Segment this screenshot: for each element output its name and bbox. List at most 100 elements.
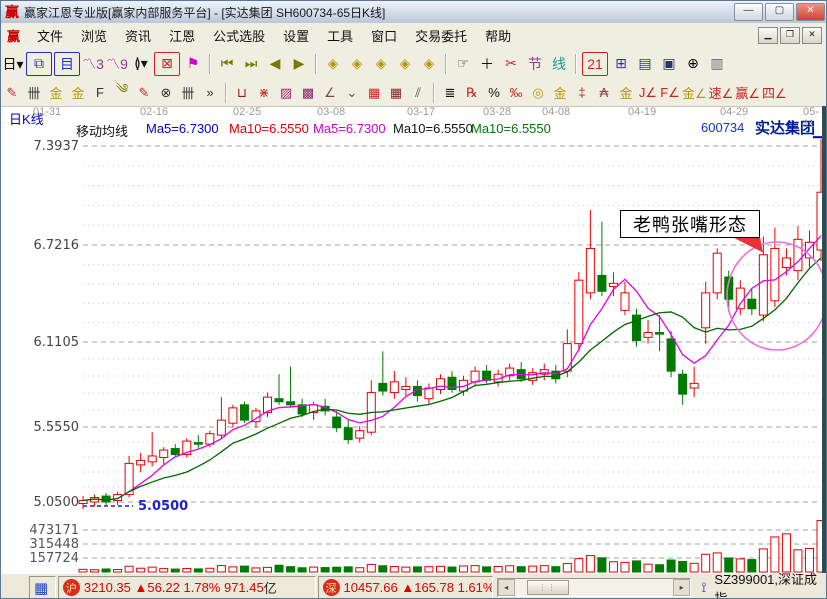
web-data-icon[interactable]: ⊕ — [682, 53, 704, 75]
gold-level-icon[interactable]: 金 — [550, 83, 570, 103]
angle-line-icon[interactable]: ∠ — [320, 83, 340, 103]
flag-pair-icon[interactable]: ‡ — [572, 83, 592, 103]
info-list-icon[interactable]: 目 — [54, 52, 80, 76]
menu-item-设置[interactable]: 设置 — [274, 23, 318, 48]
gold-ruler2-icon[interactable]: 金 — [68, 83, 88, 103]
red-grid-icon[interactable]: ▦ — [364, 83, 384, 103]
box-tool-icon[interactable]: ⊔ — [232, 83, 252, 103]
overlay-window-icon[interactable]: ⧉ — [26, 52, 52, 76]
speed-angle-icon[interactable]: 速∠ — [709, 83, 734, 103]
percent-line-icon[interactable]: ℞ — [462, 83, 482, 103]
date-tick-02-16: 02-16 — [140, 106, 168, 118]
red-pencil-icon[interactable]: ✎ — [2, 83, 22, 103]
mark-icon[interactable]: 节 — [524, 53, 546, 75]
volume-bar — [436, 566, 444, 572]
circle-ruler-icon[interactable]: ⊗ — [156, 83, 176, 103]
minute-chart-3-icon[interactable]: 〽3 — [82, 53, 104, 75]
next-icon[interactable]: ▶ — [288, 53, 310, 75]
win-angle-icon[interactable]: 赢∠ — [735, 83, 760, 103]
f-angle-icon[interactable]: F∠ — [660, 83, 680, 103]
calendar-21-icon[interactable]: 21 — [582, 52, 608, 76]
menu-item-浏览[interactable]: 浏览 — [72, 23, 116, 48]
last-page-icon[interactable]: ⏭ — [240, 53, 262, 75]
menu-item-工具[interactable]: 工具 — [318, 23, 362, 48]
ma-legend-3: Ma5=6.7300 — [313, 121, 386, 136]
menu-item-资讯[interactable]: 资讯 — [116, 23, 160, 48]
ray-fan-icon[interactable]: ⋇ — [254, 83, 274, 103]
kline-pattern-icon[interactable]: ⊠ — [154, 52, 180, 76]
hand-drag-icon[interactable]: ☞ — [452, 53, 474, 75]
red-grid2-icon[interactable]: ▦ — [386, 83, 406, 103]
full-diamond-icon[interactable]: ◈ — [418, 53, 440, 75]
menu-item-公式选股[interactable]: 公式选股 — [204, 23, 274, 48]
gold-circle-icon[interactable]: ◎ — [528, 83, 548, 103]
compress-diamond-icon[interactable]: ◈ — [394, 53, 416, 75]
color-ribbon-icon[interactable]: ⚑ — [182, 53, 204, 75]
zoom-right-diamond-icon[interactable]: ◈ — [346, 53, 368, 75]
zigzag-icon[interactable]: ⌄ — [342, 83, 362, 103]
notes-icon[interactable]: ▤ — [634, 53, 656, 75]
candle-style-dropdown[interactable]: ≬▾ — [130, 53, 152, 75]
prev-icon[interactable]: ◀ — [264, 53, 286, 75]
volume-bar — [425, 567, 433, 572]
scroll-left-arrow[interactable]: ◂ — [498, 579, 515, 596]
volume-bar — [321, 568, 329, 572]
menu-item-文件[interactable]: 文件 — [28, 23, 72, 48]
menu-item-窗口[interactable]: 窗口 — [362, 23, 406, 48]
crosshair-icon[interactable]: ＋ — [476, 53, 498, 75]
mdi-restore-button[interactable]: ❐ — [780, 27, 800, 44]
double-a-icon[interactable]: ₳ — [594, 83, 614, 103]
pencil-ruler-icon[interactable]: ✎ — [134, 83, 154, 103]
annotation-box[interactable]: 老鸭张嘴形态 — [620, 210, 760, 238]
menu-item-帮助[interactable]: 帮助 — [476, 23, 520, 48]
zoom-left-diamond-icon[interactable]: ◈ — [322, 53, 344, 75]
more-chevron[interactable]: » — [200, 83, 220, 103]
kline-chart[interactable]: 7.39376.72166.11055.55505.05004731713154… — [1, 106, 827, 573]
measure-icon[interactable]: ✂ — [500, 53, 522, 75]
shenzhen-index-panel[interactable]: 深 10457.66 ▲165.78 1.61% 987.58 亿 — [318, 576, 493, 599]
calculator-icon[interactable]: ⊞ — [610, 53, 632, 75]
maximize-button[interactable]: ▢ — [765, 3, 794, 21]
volume-axis-label: 315448 — [29, 537, 79, 552]
shanghai-index-panel[interactable]: 沪 3210.35 ▲56.22 1.78% 971.45 亿 — [58, 576, 316, 599]
four-angle-icon[interactable]: 四∠ — [762, 83, 787, 103]
first-page-icon[interactable]: ⏮ — [216, 53, 238, 75]
trade-truck-icon[interactable]: ▥ — [706, 53, 728, 75]
scroll-right-arrow[interactable]: ▸ — [673, 579, 690, 596]
parallel-lines-icon[interactable]: ⫽ — [408, 83, 428, 103]
expand-diamond-icon[interactable]: ◈ — [370, 53, 392, 75]
gold-ruler-icon[interactable]: 金 — [46, 83, 66, 103]
menu-item-江恩[interactable]: 江恩 — [160, 23, 204, 48]
shaded-box-icon[interactable]: ▨ — [276, 83, 296, 103]
curve-icon[interactable]: 线 — [548, 53, 570, 75]
minute-chart-9-icon[interactable]: 〽9 — [106, 53, 128, 75]
menu-item-交易委托[interactable]: 交易委托 — [406, 23, 476, 48]
shenzhen-badge-icon: 深 — [323, 579, 340, 596]
calendar-panel[interactable]: ▦ — [29, 576, 56, 599]
bars-icon[interactable]: ≣ — [440, 83, 460, 103]
period-day-dropdown[interactable]: 日▾ — [2, 53, 24, 75]
minimize-button[interactable]: — — [734, 3, 763, 21]
gann-ruler-icon[interactable]: 卌 — [24, 83, 44, 103]
horizontal-scrollbar[interactable]: ◂ ⋮⋮ ▸ — [497, 578, 692, 597]
save-icon[interactable]: ▣ — [658, 53, 680, 75]
j-angle-icon[interactable]: J∠ — [638, 83, 658, 103]
scrollbar-thumb[interactable]: ⋮⋮ — [527, 580, 569, 595]
percent-icon[interactable]: % — [484, 83, 504, 103]
current-index-label[interactable]: SZ399001,深证成指 — [714, 569, 827, 599]
mdi-close-button[interactable]: ✕ — [802, 27, 822, 44]
close-button[interactable]: ✕ — [796, 3, 825, 21]
volume-bar — [102, 569, 110, 572]
grid-ruler-icon[interactable]: 卌 — [178, 83, 198, 103]
volume-bar — [448, 567, 456, 572]
mdi-minimize-button[interactable]: ▁ — [758, 27, 778, 44]
dark-box-icon[interactable]: ▩ — [298, 83, 318, 103]
f-ruler-icon[interactable]: F — [90, 83, 110, 103]
ma5-line — [83, 236, 821, 501]
gold-under-icon[interactable]: 金 — [616, 83, 636, 103]
volume-bar — [367, 564, 375, 572]
volume-bar — [413, 567, 421, 572]
permille-icon[interactable]: ‰ — [506, 83, 526, 103]
spiral-icon[interactable]: ༄ — [112, 83, 132, 103]
gold-angle-icon[interactable]: 金∠ — [682, 83, 707, 103]
